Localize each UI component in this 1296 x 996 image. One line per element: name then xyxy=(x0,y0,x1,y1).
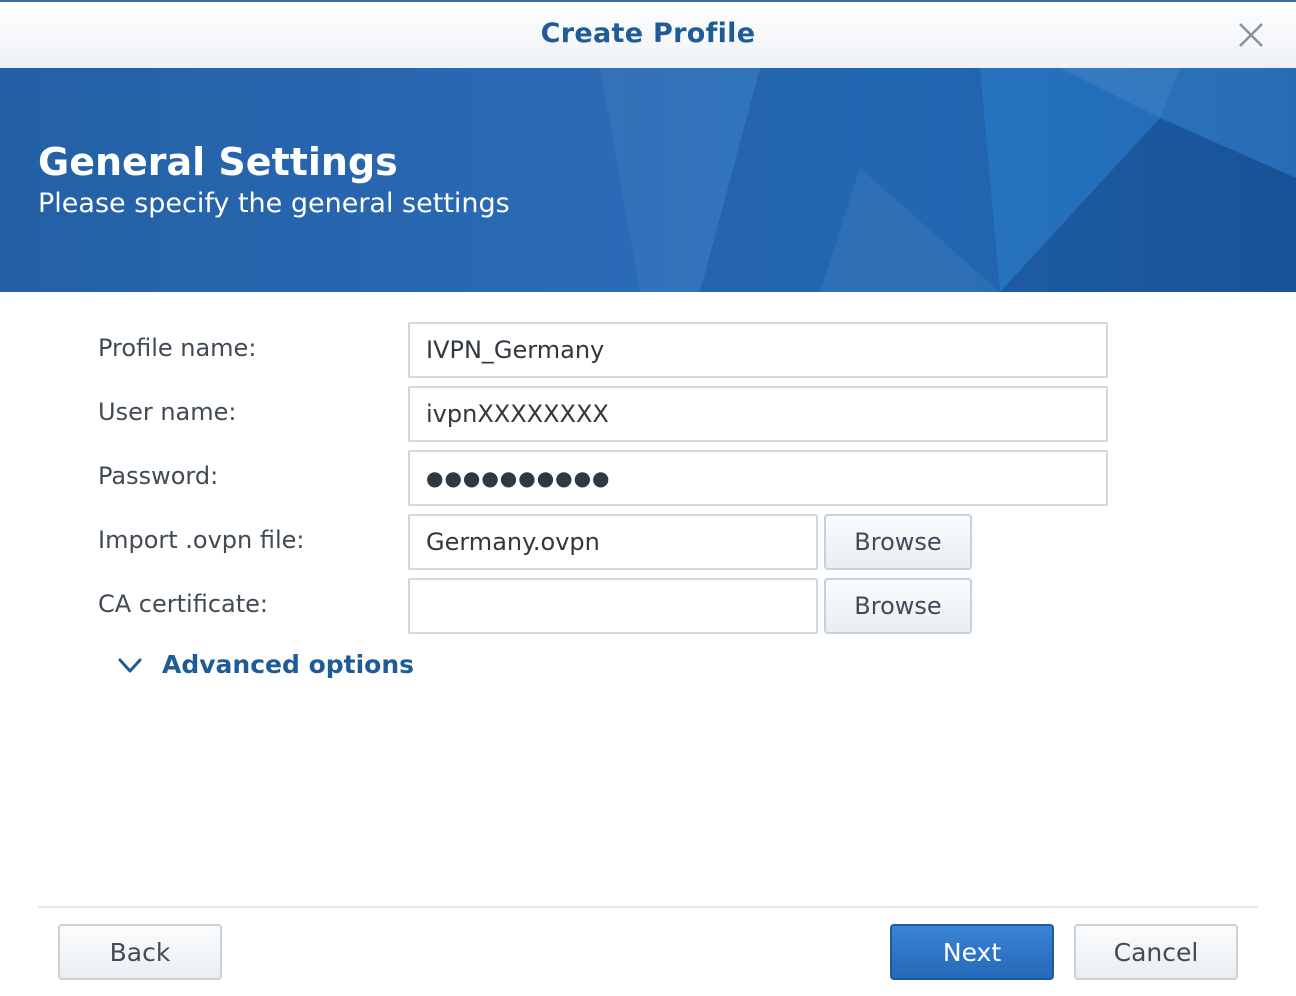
user-name-value: ivpnXXXXXXXX xyxy=(426,400,609,428)
banner-subheading: Please specify the general settings xyxy=(38,188,510,219)
ovpn-browse-button[interactable]: Browse xyxy=(824,514,972,570)
close-icon xyxy=(1239,23,1263,47)
header-banner: General Settings Please specify the gene… xyxy=(0,68,1296,292)
back-button[interactable]: Back xyxy=(58,924,222,980)
ca-certificate-label: CA certificate: xyxy=(98,590,268,618)
advanced-options-toggle[interactable]: Advanced options xyxy=(116,650,414,679)
ca-certificate-browse-button[interactable]: Browse xyxy=(824,578,972,634)
footer-divider xyxy=(38,906,1258,908)
user-name-label: User name: xyxy=(98,398,237,426)
ovpn-file-label: Import .ovpn file: xyxy=(98,526,305,554)
user-name-input[interactable]: ivpnXXXXXXXX xyxy=(408,386,1108,442)
dialog-title: Create Profile xyxy=(540,18,756,49)
ca-certificate-input[interactable] xyxy=(408,578,818,634)
dialog-titlebar: Create Profile xyxy=(0,0,1296,68)
profile-name-input[interactable]: IVPN_Germany xyxy=(408,322,1108,378)
advanced-options-label: Advanced options xyxy=(162,650,415,679)
next-button[interactable]: Next xyxy=(890,924,1054,980)
chevron-down-icon xyxy=(118,658,142,672)
ovpn-file-input[interactable]: Germany.ovpn xyxy=(408,514,818,570)
password-input[interactable]: ●●●●●●●●●● xyxy=(408,450,1108,506)
password-masked-value: ●●●●●●●●●● xyxy=(426,466,611,490)
profile-name-label: Profile name: xyxy=(98,334,257,362)
cancel-button[interactable]: Cancel xyxy=(1074,924,1238,980)
profile-name-value: IVPN_Germany xyxy=(426,336,605,364)
close-button[interactable] xyxy=(1236,20,1266,50)
ovpn-file-value: Germany.ovpn xyxy=(426,528,600,556)
password-label: Password: xyxy=(98,462,219,490)
banner-heading: General Settings xyxy=(38,140,398,184)
